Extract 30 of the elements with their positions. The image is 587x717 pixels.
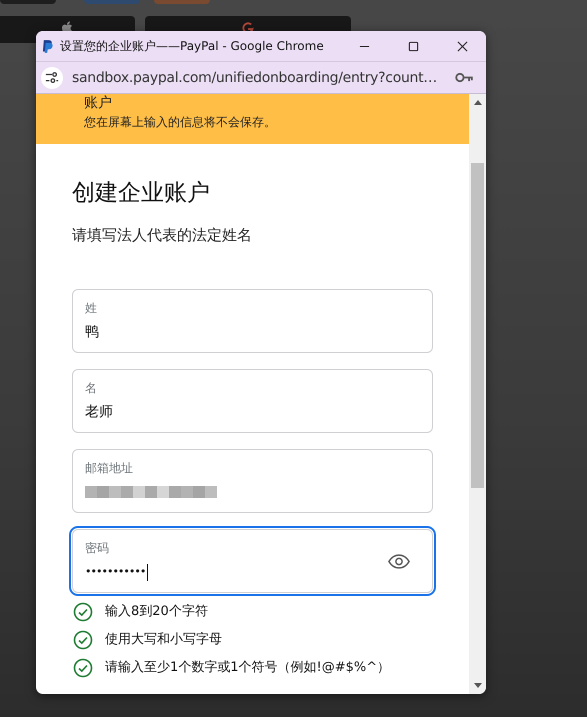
banner-title: 账户	[84, 94, 113, 112]
background-tile	[154, 0, 210, 4]
window-title: 设置您的企业账户——PayPal - Google Chrome	[60, 38, 325, 54]
input-field[interactable]: 名 老师	[72, 369, 433, 433]
input-field[interactable]: 邮箱地址	[72, 449, 433, 513]
input-field[interactable]: 姓 鸭	[72, 289, 433, 353]
password-value: •••••••••••	[85, 562, 388, 582]
maximize-icon[interactable]	[408, 40, 419, 52]
field-label: 邮箱地址	[85, 460, 134, 476]
field-label: 姓	[85, 300, 98, 316]
requirement-text: 请输入至少1个数字或1个符号（例如!@#$%^）	[105, 659, 390, 677]
url-text[interactable]: sandbox.paypal.com/unifiedonboarding/entry?count…	[72, 70, 455, 86]
close-icon[interactable]	[457, 40, 468, 52]
paypal-logo-icon	[42, 40, 53, 52]
banner-message: 您在屏幕上输入的信息将不会保存。	[84, 114, 277, 131]
input-field[interactable]: 密码 •••••••••••	[72, 529, 433, 593]
field-value: 鸭	[85, 323, 100, 342]
scrollbar[interactable]	[469, 94, 486, 694]
site-settings-icon[interactable]	[41, 66, 63, 88]
subheading: 请填写法人代表的法定姓名	[72, 225, 253, 246]
background-tile	[0, 0, 56, 4]
field-label: 密码	[85, 540, 110, 556]
background-tile	[84, 0, 140, 4]
page-heading: 创建企业账户	[72, 179, 211, 208]
requirement-text: 使用大写和小写字母	[105, 631, 222, 649]
requirement-text: 输入8到20个字符	[105, 603, 208, 621]
eye-icon[interactable]	[388, 554, 410, 568]
field-value: 老师	[85, 403, 114, 422]
key-icon[interactable]	[455, 72, 474, 83]
field-label: 名	[85, 380, 98, 396]
